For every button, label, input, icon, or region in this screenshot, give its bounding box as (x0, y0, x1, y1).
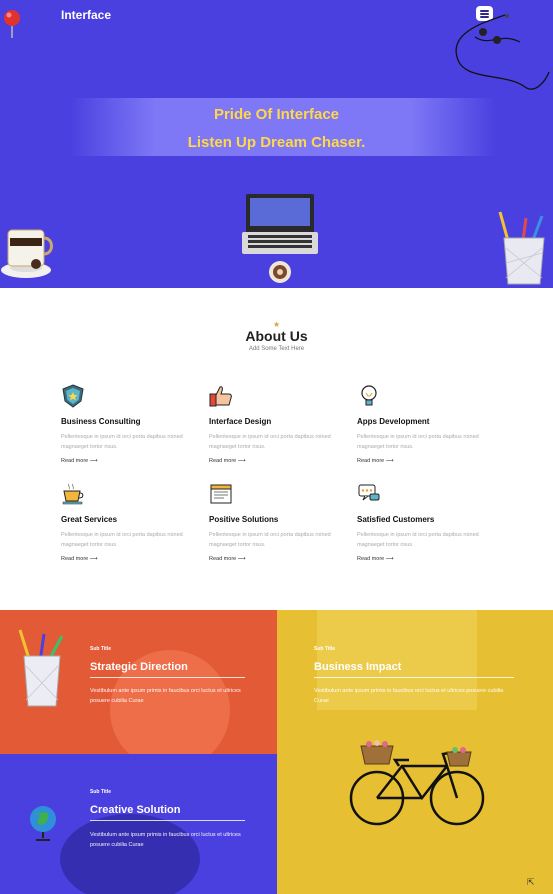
globe-icon (30, 806, 56, 841)
service-text: Pellentesque in ipsum id orci porta dapi… (357, 532, 479, 548)
read-more-link[interactable]: Read more ⟶ (357, 556, 394, 562)
feature-kicker: Sub Title (90, 789, 112, 795)
coffee-cup-icon (62, 483, 84, 505)
arrow-right-icon: ⟶ (385, 458, 394, 464)
read-more-link[interactable]: Read more ⟶ (61, 458, 98, 464)
laptop-image (242, 194, 318, 283)
service-title: Apps Development (357, 417, 430, 426)
service-title: Positive Solutions (209, 515, 279, 524)
vase-backdrop (60, 814, 200, 894)
pencil-cup-icon (18, 629, 64, 707)
service-text: Pellentesque in ipsum id orci porta dapi… (61, 434, 183, 450)
about-title: About Us (245, 328, 308, 344)
service-text: Pellentesque in ipsum id orci porta dapi… (357, 434, 479, 450)
service-text: Pellentesque in ipsum id orci porta dapi… (209, 532, 331, 548)
arrow-right-icon: ⟶ (237, 458, 246, 464)
pencil-cup-image (498, 211, 545, 285)
feature-title: Strategic Direction (90, 661, 188, 673)
read-more-link[interactable]: Read more ⟶ (209, 556, 246, 562)
read-more-link[interactable]: Read more ⟶ (209, 458, 246, 464)
service-text: Pellentesque in ipsum id orci porta dapi… (209, 434, 331, 450)
arrow-right-icon: ⟶ (89, 458, 98, 464)
service-title: Satisfied Customers (357, 515, 435, 524)
divider (314, 677, 514, 678)
lightbulb-icon (361, 385, 377, 406)
feature-panel-creative: Sub Title Creative Solution Vestibulum a… (0, 754, 277, 894)
brand-logo[interactable]: Interface (61, 8, 111, 22)
shield-icon (62, 384, 84, 408)
arrow-right-icon: ⟶ (385, 556, 394, 562)
thumbs-up-icon (209, 386, 232, 407)
coffee-cup-image (1, 229, 53, 278)
service-text: Pellentesque in ipsum id orci porta dapi… (61, 532, 183, 548)
chat-bubble-icon (358, 484, 380, 501)
feature-kicker: Sub Title (314, 646, 336, 652)
feature-panel-strategic: Sub Title Strategic Direction Vestibulum… (0, 610, 277, 754)
document-icon (210, 484, 232, 504)
push-pin-icon (4, 10, 20, 38)
divider (90, 820, 245, 821)
divider (90, 677, 245, 678)
feature-text: Vestibulum ante ipsum primis in faucibus… (90, 832, 241, 848)
service-title: Interface Design (209, 417, 272, 426)
hero-section: Interface Pride Of Interface Listen Up D… (0, 0, 553, 288)
feature-panel-business: Sub Title Business Impact Vestibulum ant… (277, 610, 553, 894)
scroll-to-top-icon[interactable]: ⇱ (527, 877, 539, 887)
about-subtitle: Add Some Text Here (248, 346, 305, 352)
read-more-link[interactable]: Read more ⟶ (61, 556, 98, 562)
bicycle-image (349, 740, 485, 826)
earphones-image (455, 14, 550, 90)
read-more-link[interactable]: Read more ⟶ (357, 458, 394, 464)
hero-subheading: Listen Up Dream Chaser. (187, 134, 366, 151)
arrow-right-icon: ⟶ (89, 556, 98, 562)
feature-text: Vestibulum ante ipsum primis in faucibus… (314, 688, 504, 704)
feature-title: Business Impact (314, 661, 402, 673)
feature-kicker: Sub Title (90, 646, 112, 652)
service-title: Great Services (61, 515, 118, 524)
feature-title: Creative Solution (90, 804, 181, 816)
arrow-right-icon: ⟶ (237, 556, 246, 562)
feature-text: Vestibulum ante ipsum primis in faucibus… (90, 688, 241, 704)
hero-heading: Pride Of Interface (213, 106, 340, 123)
service-title: Business Consulting (61, 417, 141, 426)
